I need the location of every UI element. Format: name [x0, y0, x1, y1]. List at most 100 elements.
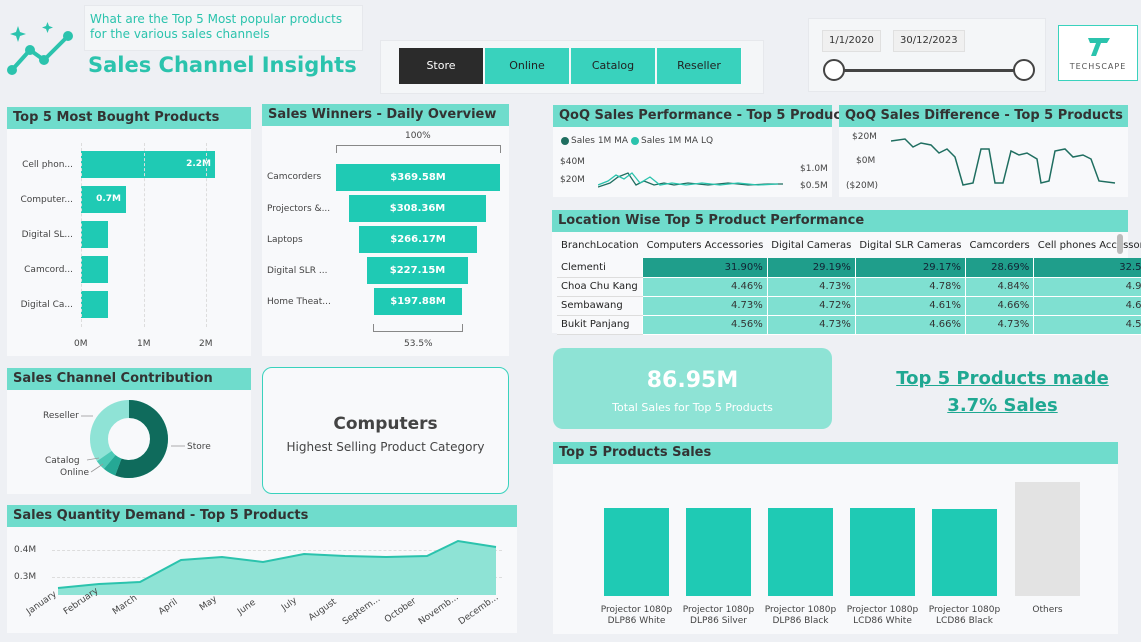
y-tick-label: 0.4M — [14, 545, 37, 555]
value-cell: 4.66% — [855, 315, 966, 335]
bought-value-label: 0.7M — [96, 194, 121, 204]
x-tick-label: 0M — [74, 339, 88, 349]
value-cell: 4.61% — [855, 296, 966, 316]
value-cell: 4.90% — [1033, 277, 1141, 297]
y-tick-label: ($20M) — [846, 181, 878, 191]
funnel-item-label: Laptops — [267, 235, 303, 245]
sales-winners-title: Sales Winners - Daily Overview — [262, 104, 509, 126]
funnel-bar[interactable]: $227.15M — [367, 257, 468, 284]
channel-button-store[interactable]: Store — [399, 48, 484, 84]
sales-bar-label: Projector 1080p — [682, 605, 755, 615]
sales-bar-label: Others — [1032, 605, 1063, 615]
channel-button-online[interactable]: Online — [485, 48, 570, 84]
y-tick-label: $1.0M — [800, 164, 828, 174]
date-end-input[interactable]: 30/12/2023 — [893, 30, 965, 52]
date-start-input[interactable]: 1/1/2020 — [822, 30, 881, 52]
table-row[interactable]: Clementi 31.90% 29.19% 29.17% 28.69% 32.… — [557, 258, 1141, 278]
value-cell: 4.73% — [767, 277, 856, 297]
funnel-bar[interactable]: $369.58M — [336, 164, 500, 191]
column-header[interactable]: BranchLocation — [557, 232, 643, 258]
qoq-perf-lines — [598, 172, 783, 188]
funnel-bar[interactable]: $266.17M — [359, 226, 477, 253]
funnel-bar[interactable]: $197.88M — [374, 288, 462, 315]
trend-logo-icon — [7, 22, 73, 75]
y-tick-label: $20M — [560, 175, 585, 185]
value-cell: 4.66% — [965, 296, 1035, 316]
value-cell: 4.56% — [642, 315, 768, 335]
sales-bar-label: Projector 1080p — [764, 605, 837, 615]
sales-bar[interactable] — [686, 508, 751, 596]
question-box: What are the Top 5 Most popular products… — [84, 5, 363, 51]
month-label: Decemb... — [457, 592, 501, 628]
column-header[interactable]: Camcorders — [965, 232, 1033, 258]
column-header[interactable]: Digital Cameras — [767, 232, 855, 258]
sales-bar-label: Projector 1080p — [600, 605, 673, 615]
channel-button-reseller[interactable]: Reseller — [657, 48, 742, 84]
month-label: May — [198, 594, 219, 614]
column-header[interactable]: Cell phones Accessories — [1034, 232, 1141, 258]
sales-bar[interactable] — [604, 508, 669, 596]
location-table: BranchLocation Computers Accessories Dig… — [557, 232, 1141, 335]
channel-button-catalog[interactable]: Catalog — [571, 48, 656, 84]
y-tick-label: $40M — [560, 157, 585, 167]
bought-bar[interactable] — [81, 221, 108, 248]
funnel-item-label: Projectors &... — [267, 204, 331, 214]
header-area: What are the Top 5 Most popular products… — [0, 0, 1141, 100]
date-slider-end-handle[interactable] — [1013, 59, 1035, 81]
highest-category-caption: Highest Selling Product Category — [286, 440, 485, 454]
value-cell: 4.72% — [767, 296, 856, 316]
sales-bar[interactable] — [932, 509, 997, 596]
qoq-diff-line — [891, 138, 1116, 186]
funnel-bottom-pct: 53.5% — [404, 339, 433, 349]
highest-category-value: Computers — [333, 414, 438, 434]
branch-cell: Choa Chu Kang — [557, 277, 644, 297]
bought-cat-label: Camcord... — [24, 265, 73, 275]
month-label: June — [236, 597, 258, 618]
value-cell: 4.73% — [642, 296, 768, 316]
value-cell: 4.73% — [767, 315, 856, 335]
qoq-perf-card: QoQ Sales Performance - Top 5 Products S… — [553, 105, 855, 197]
funnel-top-bracket — [336, 145, 501, 153]
top5-sales-card: Top 5 Products Sales Projector 1080p DLP… — [553, 442, 1118, 634]
sales-bar[interactable] — [768, 508, 833, 596]
funnel-bar[interactable]: $308.36M — [349, 195, 486, 222]
sales-winners-card: Sales Winners - Daily Overview 100% Camc… — [262, 104, 509, 356]
month-label: July — [280, 595, 299, 614]
donut-leader-lines — [81, 415, 185, 473]
funnel-bottom-bracket — [373, 324, 463, 332]
column-header[interactable]: Digital SLR Cameras — [855, 232, 965, 258]
column-header[interactable]: Computers Accessories — [643, 232, 768, 258]
sales-bar-others[interactable] — [1015, 482, 1080, 596]
bought-cat-label: Computer... — [20, 195, 74, 205]
legend-label: Sales 1M MA LQ — [641, 136, 714, 146]
bought-bar[interactable] — [81, 256, 108, 283]
legend-label: Sales 1M MA — [571, 136, 629, 146]
branch-cell: Clementi — [557, 258, 644, 278]
bought-bar[interactable] — [81, 291, 108, 318]
kpi-card: 86.95M Total Sales for Top 5 Products — [553, 348, 832, 429]
table-row[interactable]: Sembawang 4.73% 4.72% 4.61% 4.66% 4.66% — [557, 296, 1141, 316]
y-tick-label: 0.3M — [14, 572, 37, 582]
techscape-logo-text: TECHSCAPE — [1069, 62, 1127, 71]
bought-value-label: 2.2M — [186, 159, 211, 169]
bought-cat-label: Cell phon... — [22, 160, 73, 170]
sales-bar-label: DLP86 Silver — [690, 616, 747, 626]
value-cell: 4.78% — [855, 277, 966, 297]
channel-contrib-card: Sales Channel Contribution Reseller Stor… — [7, 368, 251, 494]
funnel-item-label: Digital SLR ... — [267, 266, 328, 276]
y-tick-label: $0.5M — [800, 181, 828, 191]
branch-cell: Bukit Panjang — [557, 315, 644, 335]
date-slider-start-handle[interactable] — [823, 59, 845, 81]
techscape-logo: TECHSCAPE — [1058, 25, 1138, 81]
table-scrollbar[interactable] — [1117, 234, 1123, 254]
table-header-row: BranchLocation Computers Accessories Dig… — [557, 232, 1141, 258]
table-row[interactable]: Choa Chu Kang 4.46% 4.73% 4.78% 4.84% 4.… — [557, 277, 1141, 297]
table-row[interactable]: Bukit Panjang 4.56% 4.73% 4.66% 4.73% 4.… — [557, 315, 1141, 335]
kpi-share-line2: 3.7% Sales — [947, 395, 1058, 416]
sales-bar[interactable] — [850, 508, 915, 596]
quantity-demand-card: Sales Quantity Demand - Top 5 Products 0… — [7, 505, 517, 633]
legend-dot-icon — [631, 137, 639, 145]
month-label: October — [383, 596, 419, 626]
bought-cat-label: Digital Ca... — [20, 300, 73, 310]
location-card: Location Wise Top 5 Product Performance … — [552, 210, 1141, 335]
